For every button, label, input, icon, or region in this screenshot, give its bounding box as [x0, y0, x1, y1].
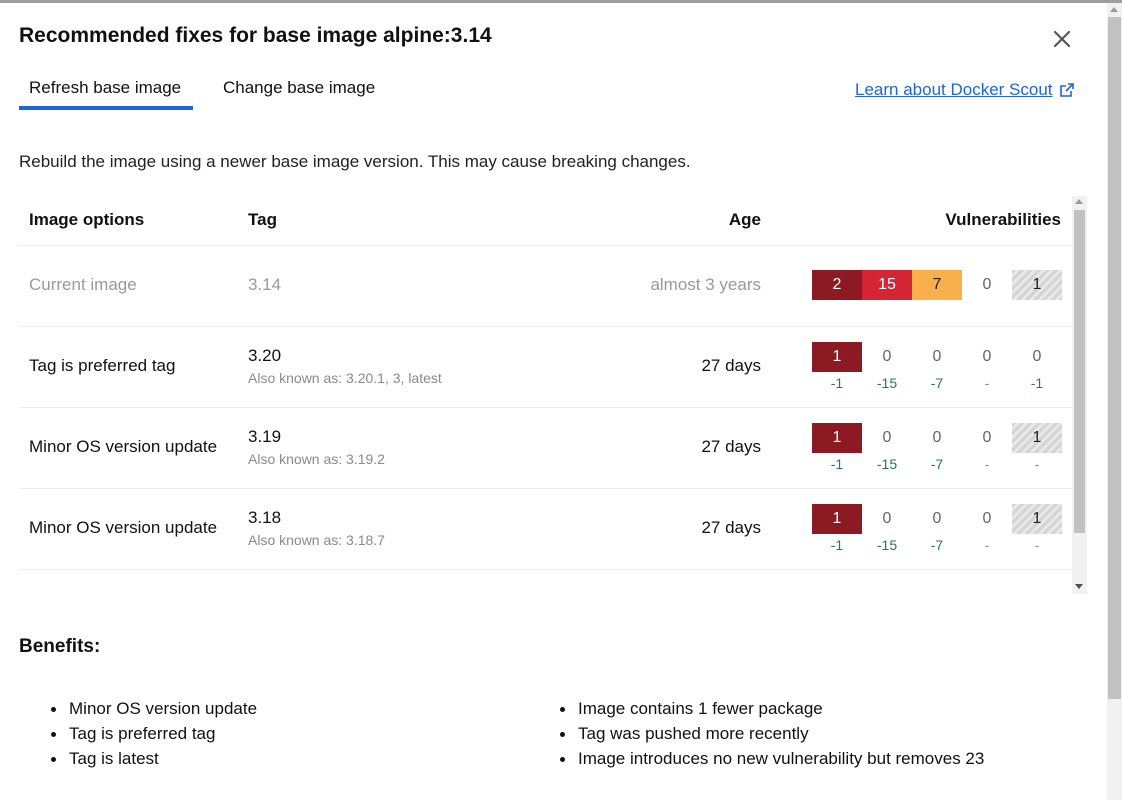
- table-row[interactable]: Minor OS version update 3.19 Also known as…: [19, 408, 1072, 489]
- tab-refresh-base-image[interactable]: Refresh base image: [19, 78, 193, 110]
- learn-docker-scout-link[interactable]: Learn about Docker Scout: [855, 80, 1075, 100]
- also-known-as: Also known as: 3.20.1, 3, latest: [248, 370, 442, 386]
- also-known-as: Also known as: 3.18.7: [248, 532, 385, 548]
- external-link-icon: [1059, 83, 1074, 97]
- vulnerability-count-none: 0: [932, 510, 942, 527]
- close-button[interactable]: [1049, 26, 1075, 52]
- close-icon: [1053, 30, 1071, 48]
- age-value: almost 3 years: [650, 275, 761, 294]
- tag-value: 3.18: [248, 508, 282, 527]
- vulnerability-count-medium: 7: [912, 270, 962, 300]
- table-row[interactable]: Minor OS version update 3.18 Also known as…: [19, 489, 1072, 570]
- dialog-title: Recommended fixes for base image alpine:…: [19, 24, 492, 47]
- header-vulnerabilities: Vulnerabilities: [945, 210, 1061, 229]
- tag-value: 3.20: [248, 346, 282, 365]
- vulnerability-count-critical: 1: [812, 342, 862, 372]
- tab-change-base-image[interactable]: Change base image: [213, 78, 385, 110]
- header-tag: Tag: [248, 210, 277, 229]
- vulnerability-count-none: 0: [882, 429, 892, 446]
- vulnerability-count-none: 0: [882, 510, 892, 527]
- vulnerability-count-none: 0: [932, 348, 942, 365]
- benefit-item: Minor OS version update: [51, 698, 257, 723]
- vulnerability-count-high: 15: [862, 270, 912, 300]
- vulnerability-count-unspecified: 1: [1012, 270, 1062, 300]
- learn-link-label: Learn about Docker Scout: [855, 80, 1053, 99]
- vulnerability-delta: -15: [876, 456, 898, 472]
- vulnerability-count-low: 0: [982, 276, 992, 293]
- vulnerability-count-none: 0: [982, 429, 992, 446]
- vulnerability-delta: -: [984, 537, 990, 553]
- vulnerability-count-none: 0: [882, 348, 892, 365]
- benefit-item: Tag is preferred tag: [51, 723, 257, 748]
- image-options-table: Image options Tag Age Vulnerabilities Cu…: [19, 196, 1087, 594]
- header-image-options: Image options: [29, 210, 145, 229]
- tag-value: 3.14: [248, 275, 282, 294]
- vulnerability-delta: -15: [876, 537, 898, 553]
- vulnerability-delta: -7: [930, 537, 944, 553]
- vulnerability-delta: -1: [1030, 375, 1044, 391]
- table-row[interactable]: 3.1710001: [19, 570, 1072, 594]
- vulnerability-delta: -7: [930, 375, 944, 391]
- page-scroll-up-arrow-icon[interactable]: [1110, 7, 1118, 12]
- vulnerability-delta: -1: [830, 456, 844, 472]
- table-scrollbar[interactable]: [1072, 196, 1087, 594]
- table-header: Image options Tag Age Vulnerabilities: [19, 196, 1072, 246]
- scroll-up-arrow-icon[interactable]: [1075, 199, 1083, 204]
- description-text: Rebuild the image using a newer base ima…: [19, 152, 691, 171]
- table-row[interactable]: Current image 3.14 almost 3 years 2 15 7 0 1: [19, 246, 1072, 327]
- benefit-item: Tag was pushed more recently: [560, 723, 984, 748]
- vulnerability-count-critical: 1: [812, 423, 862, 453]
- benefit-item: Image contains 1 fewer package: [560, 698, 984, 723]
- vulnerability-delta: -: [984, 456, 990, 472]
- vulnerability-count-none: 0: [932, 429, 942, 446]
- vulnerability-delta: -: [1034, 537, 1040, 553]
- vulnerability-delta: -: [984, 375, 990, 391]
- benefits-list-right: Image contains 1 fewer package Tag was p…: [560, 698, 984, 773]
- benefit-item: Image introduces no new vulnerability bu…: [560, 748, 984, 773]
- image-option-label: Minor OS version update: [29, 518, 218, 537]
- header-age: Age: [728, 210, 761, 229]
- also-known-as: Also known as: 3.19.2: [248, 451, 385, 467]
- benefits-list-left: Minor OS version update Tag is preferred…: [51, 698, 257, 773]
- window-top-border: [0, 0, 1122, 3]
- scroll-down-arrow-icon[interactable]: [1075, 584, 1083, 589]
- table-scroll-thumb[interactable]: [1074, 210, 1085, 533]
- vulnerability-count-none: 0: [982, 348, 992, 365]
- benefits-title: Benefits:: [19, 636, 101, 657]
- image-option-label: Tag is preferred tag: [29, 356, 176, 375]
- page-scrollbar[interactable]: [1107, 3, 1122, 800]
- benefit-item: Tag is latest: [51, 748, 257, 773]
- tag-value: 3.19: [248, 427, 282, 446]
- image-option-label: Minor OS version update: [29, 437, 218, 456]
- vulnerability-delta: -15: [876, 375, 898, 391]
- table-row[interactable]: Tag is preferred tag 3.20 Also known as: 3…: [19, 327, 1072, 408]
- vulnerability-delta: -1: [830, 375, 844, 391]
- vulnerability-count-none: 0: [1032, 348, 1042, 365]
- vulnerability-count-unspecified: 1: [1012, 423, 1062, 453]
- image-option-label: Current image: [29, 275, 137, 294]
- vulnerability-delta: -: [1034, 456, 1040, 472]
- vulnerability-count-none: 0: [982, 510, 992, 527]
- vulnerability-count-critical: 2: [812, 270, 862, 300]
- vulnerability-delta: -7: [930, 456, 944, 472]
- age-value: 27 days: [701, 518, 761, 537]
- vulnerability-count-critical: 1: [812, 504, 862, 534]
- age-value: 27 days: [701, 356, 761, 375]
- vulnerability-count-unspecified: 1: [1012, 504, 1062, 534]
- page-scroll-thumb[interactable]: [1108, 17, 1121, 699]
- vulnerability-delta: -1: [830, 537, 844, 553]
- age-value: 27 days: [701, 437, 761, 456]
